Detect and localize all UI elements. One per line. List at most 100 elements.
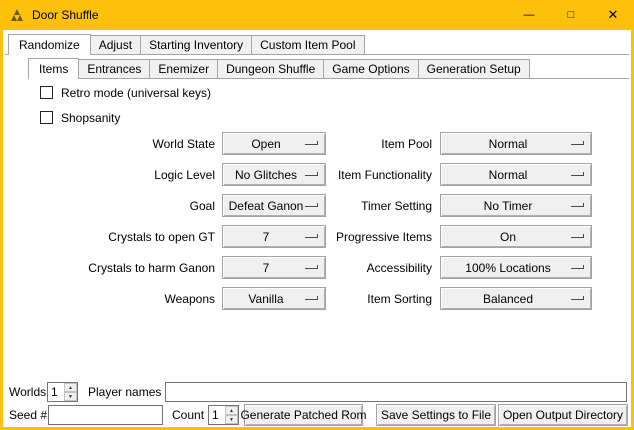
retro-mode-checkbox[interactable] (40, 86, 53, 99)
window-content: Randomize Adjust Starting Inventory Cust… (3, 30, 631, 427)
progressive-items-value: On (500, 230, 532, 244)
weapons-value: Vanilla (248, 292, 299, 306)
worlds-spinner[interactable]: 1 ▲ ▼ (47, 382, 78, 402)
item-functionality-label: Item Functionality (326, 168, 432, 182)
maximize-icon[interactable]: □ (550, 0, 592, 30)
dropdown-indicator-icon (571, 203, 584, 207)
spinner-arrows: ▲ ▼ (225, 406, 238, 424)
outer-notebook-border (5, 54, 629, 55)
shopsanity-checkbox[interactable] (40, 111, 53, 124)
dropdown-indicator-icon (305, 265, 318, 269)
tab-randomize[interactable]: Randomize (8, 34, 91, 55)
item-pool-value: Normal (489, 137, 544, 151)
option-row: Weapons Vanilla Item Sorting Balanced (3, 283, 631, 314)
dropdown-indicator-icon (571, 296, 584, 300)
shopsanity-label: Shopsanity (61, 111, 120, 125)
tab-items[interactable]: Items (28, 58, 79, 79)
crystals-harm-ganon-dropdown[interactable]: 7 (222, 256, 326, 279)
progressive-items-dropdown[interactable]: On (440, 225, 592, 248)
logic-level-value: No Glitches (235, 168, 313, 182)
inner-notebook-border (28, 78, 629, 79)
tab-starting-inventory[interactable]: Starting Inventory (140, 35, 252, 54)
dropdown-indicator-icon (305, 203, 318, 207)
world-state-value: Open (251, 137, 296, 151)
dropdown-indicator-icon (571, 172, 584, 176)
options-grid: World State Open Item Pool Normal Logic … (3, 128, 631, 314)
player-names-label: Player names (88, 385, 161, 399)
spin-up-icon[interactable]: ▲ (64, 383, 77, 392)
player-names-input[interactable] (165, 382, 627, 402)
item-functionality-dropdown[interactable]: Normal (440, 163, 592, 186)
logic-level-label: Logic Level (33, 168, 215, 182)
app-window: Door Shuffle — □ ✕ Randomize Adjust Star… (0, 0, 634, 430)
weapons-label: Weapons (33, 292, 215, 306)
crystals-harm-ganon-label: Crystals to harm Ganon (33, 261, 215, 275)
open-output-directory-button[interactable]: Open Output Directory (498, 404, 628, 426)
tab-generation-setup[interactable]: Generation Setup (418, 59, 530, 78)
option-row: Crystals to open GT 7 Progressive Items … (3, 221, 631, 252)
item-pool-dropdown[interactable]: Normal (440, 132, 592, 155)
tab-game-options[interactable]: Game Options (323, 59, 418, 78)
crystals-open-gt-label: Crystals to open GT (33, 230, 215, 244)
goal-label: Goal (33, 199, 215, 213)
seed-label: Seed # (9, 408, 47, 422)
goal-dropdown[interactable]: Defeat Ganon (222, 194, 326, 217)
shopsanity-row: Shopsanity (40, 110, 120, 125)
item-sorting-label: Item Sorting (326, 292, 432, 306)
dropdown-indicator-icon (305, 234, 318, 238)
crystals-open-gt-dropdown[interactable]: 7 (222, 225, 326, 248)
retro-mode-row: Retro mode (universal keys) (40, 85, 211, 100)
worlds-label: Worlds (9, 385, 46, 399)
spin-up-icon[interactable]: ▲ (225, 406, 238, 415)
titlebar[interactable]: Door Shuffle — □ ✕ (0, 0, 634, 30)
caption-buttons: — □ ✕ (508, 0, 634, 30)
count-spinner[interactable]: 1 ▲ ▼ (208, 405, 239, 425)
progressive-items-label: Progressive Items (326, 230, 432, 244)
dropdown-indicator-icon (571, 234, 584, 238)
spin-down-icon[interactable]: ▼ (225, 415, 238, 424)
main-tab-bar: Randomize Adjust Starting Inventory Cust… (8, 34, 365, 54)
world-state-dropdown[interactable]: Open (222, 132, 326, 155)
tab-custom-item-pool[interactable]: Custom Item Pool (251, 35, 364, 54)
spinner-arrows: ▲ ▼ (64, 383, 77, 401)
dropdown-indicator-icon (571, 265, 584, 269)
generate-patched-rom-button[interactable]: Generate Patched Rom (244, 404, 363, 426)
dropdown-indicator-icon (571, 141, 584, 145)
count-label: Count (172, 408, 204, 422)
retro-mode-label: Retro mode (universal keys) (61, 86, 211, 100)
accessibility-value: 100% Locations (465, 261, 566, 275)
item-sorting-dropdown[interactable]: Balanced (440, 287, 592, 310)
minimize-icon[interactable]: — (508, 0, 550, 30)
option-row: Logic Level No Glitches Item Functionali… (3, 159, 631, 190)
tab-dungeon-shuffle[interactable]: Dungeon Shuffle (217, 59, 324, 78)
logic-level-dropdown[interactable]: No Glitches (222, 163, 326, 186)
item-pool-label: Item Pool (326, 137, 432, 151)
spin-down-icon[interactable]: ▼ (64, 392, 77, 401)
count-value: 1 (209, 406, 225, 424)
window-title: Door Shuffle (32, 8, 99, 22)
randomize-tab-bar: Items Entrances Enemizer Dungeon Shuffle… (28, 58, 530, 78)
seed-input[interactable] (48, 405, 163, 425)
close-icon[interactable]: ✕ (592, 0, 634, 30)
tab-adjust[interactable]: Adjust (90, 35, 141, 54)
timer-setting-dropdown[interactable]: No Timer (440, 194, 592, 217)
tab-entrances[interactable]: Entrances (78, 59, 150, 78)
worlds-value: 1 (48, 383, 64, 401)
option-row: Goal Defeat Ganon Timer Setting No Timer (3, 190, 631, 221)
accessibility-label: Accessibility (326, 261, 432, 275)
timer-setting-label: Timer Setting (326, 199, 432, 213)
weapons-dropdown[interactable]: Vanilla (222, 287, 326, 310)
dropdown-indicator-icon (305, 296, 318, 300)
option-row: Crystals to harm Ganon 7 Accessibility 1… (3, 252, 631, 283)
save-settings-button[interactable]: Save Settings to File (376, 404, 496, 426)
option-row: World State Open Item Pool Normal (3, 128, 631, 159)
crystals-harm-ganon-value: 7 (263, 261, 286, 275)
dropdown-indicator-icon (305, 172, 318, 176)
app-triforce-icon[interactable] (9, 7, 25, 23)
dropdown-indicator-icon (305, 141, 318, 145)
tab-enemizer[interactable]: Enemizer (149, 59, 218, 78)
crystals-open-gt-value: 7 (263, 230, 286, 244)
accessibility-dropdown[interactable]: 100% Locations (440, 256, 592, 279)
timer-setting-value: No Timer (484, 199, 549, 213)
item-sorting-value: Balanced (483, 292, 549, 306)
